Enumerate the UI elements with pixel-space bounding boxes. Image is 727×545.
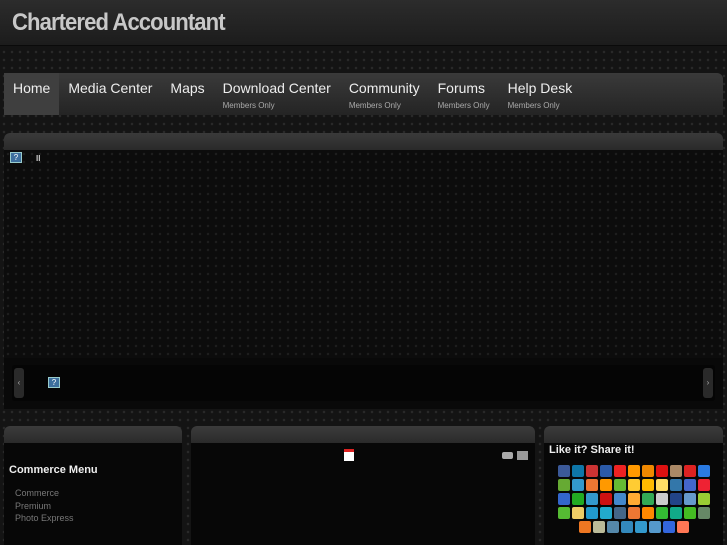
share-service-icon[interactable] [655, 507, 668, 519]
nav-label: Maps [170, 80, 205, 96]
share-service-icon[interactable] [571, 465, 584, 477]
share-title: Like it? Share it! [549, 444, 635, 456]
print-icon[interactable] [502, 452, 513, 459]
nav-label: Home [13, 80, 51, 96]
share-service-icon[interactable] [592, 521, 605, 533]
nav-item-download-center[interactable]: Download Center Members Only [214, 73, 340, 115]
nav-label: Help Desk [507, 80, 573, 96]
share-service-icon[interactable] [585, 465, 598, 477]
share-service-icon[interactable] [641, 493, 654, 505]
share-service-icon[interactable] [655, 479, 668, 491]
share-service-icon[interactable] [683, 507, 696, 519]
share-service-icon[interactable] [648, 521, 661, 533]
share-service-icon[interactable] [655, 465, 668, 477]
nav-sublabel: Members Only [348, 101, 401, 110]
share-service-icon[interactable] [683, 465, 696, 477]
content-panel [191, 426, 535, 545]
share-service-icon[interactable] [627, 479, 640, 491]
nav-sublabel: Members Only [437, 101, 490, 110]
share-service-icon[interactable] [613, 479, 626, 491]
share-service-icon[interactable] [571, 507, 584, 519]
nav-sublabel: Members Only [507, 101, 560, 110]
site-logo[interactable]: Chartered Accountant [12, 9, 226, 37]
share-service-icon[interactable] [634, 521, 647, 533]
share-service-icon[interactable] [571, 493, 584, 505]
share-service-icon[interactable] [599, 465, 612, 477]
share-service-icon[interactable] [697, 479, 710, 491]
nav-sublabel: Members Only [222, 101, 275, 110]
share-panel: Like it? Share it! [544, 426, 723, 545]
share-service-icon[interactable] [585, 479, 598, 491]
next-arrow[interactable]: › [703, 368, 713, 398]
nav-label: Download Center [222, 80, 331, 96]
thumbnail[interactable]: ? [48, 377, 60, 388]
share-service-icon[interactable] [557, 465, 570, 477]
nav-label: Community [348, 80, 420, 96]
share-service-icon[interactable] [697, 465, 710, 477]
share-service-icon[interactable] [557, 493, 570, 505]
nav-label: Forums [437, 80, 486, 96]
share-service-icon[interactable] [613, 465, 626, 477]
share-service-icon[interactable] [641, 465, 654, 477]
share-service-icon[interactable] [620, 521, 633, 533]
share-service-icon[interactable] [599, 493, 612, 505]
share-service-icon[interactable] [641, 479, 654, 491]
share-service-icon[interactable] [669, 479, 682, 491]
share-service-icon[interactable] [585, 493, 598, 505]
commerce-panel: Commerce Menu Commerce Premium Photo Expre… [4, 426, 182, 545]
email-icon[interactable] [517, 451, 528, 460]
share-service-icon[interactable] [571, 479, 584, 491]
prev-arrow[interactable]: ‹ [14, 368, 24, 398]
share-service-icon[interactable] [613, 507, 626, 519]
site-header: Chartered Accountant [0, 0, 727, 46]
commerce-link[interactable]: Photo Express [15, 512, 182, 525]
nav-item-forums[interactable]: Forums Members Only [429, 73, 499, 115]
nav-label: Media Center [68, 80, 153, 96]
share-service-icon[interactable] [599, 507, 612, 519]
thumbnail-strip: ‹ ? › [12, 365, 715, 401]
share-service-icon[interactable] [662, 521, 675, 533]
share-service-icon[interactable] [669, 507, 682, 519]
nav-item-maps[interactable]: Maps [161, 73, 213, 115]
commerce-link[interactable]: Commerce [15, 487, 182, 500]
share-service-icon[interactable] [683, 479, 696, 491]
share-service-icon[interactable] [578, 521, 591, 533]
share-service-icon[interactable] [641, 507, 654, 519]
share-service-icon[interactable] [697, 493, 710, 505]
share-service-icon[interactable] [683, 493, 696, 505]
share-service-icon[interactable] [585, 507, 598, 519]
help-icon[interactable]: ? [10, 152, 22, 163]
share-service-icon[interactable] [697, 507, 710, 519]
commerce-link[interactable]: Premium [15, 500, 182, 513]
pdf-icon[interactable] [344, 449, 354, 461]
commerce-menu-title: Commerce Menu [9, 464, 98, 476]
share-service-icon[interactable] [655, 493, 668, 505]
share-service-icon[interactable] [627, 507, 640, 519]
share-service-icon[interactable] [669, 493, 682, 505]
nav-item-community[interactable]: Community Members Only [340, 73, 429, 115]
share-service-icon[interactable] [599, 479, 612, 491]
share-service-icon[interactable] [627, 465, 640, 477]
share-service-icon[interactable] [606, 521, 619, 533]
share-service-icon[interactable] [613, 493, 626, 505]
pause-button[interactable]: II [36, 154, 40, 163]
share-service-icon[interactable] [669, 465, 682, 477]
nav-item-media-center[interactable]: Media Center [59, 73, 161, 115]
main-nav: Home Media Center Maps Download Center Membe… [4, 73, 723, 115]
nav-item-help-desk[interactable]: Help Desk Members Only [499, 73, 582, 115]
slideshow: ? II ‹ ? › [4, 133, 723, 409]
share-service-icon[interactable] [557, 479, 570, 491]
share-service-icon[interactable] [557, 507, 570, 519]
share-service-icon[interactable] [627, 493, 640, 505]
share-service-icon[interactable] [676, 521, 689, 533]
nav-item-home[interactable]: Home [4, 73, 60, 115]
